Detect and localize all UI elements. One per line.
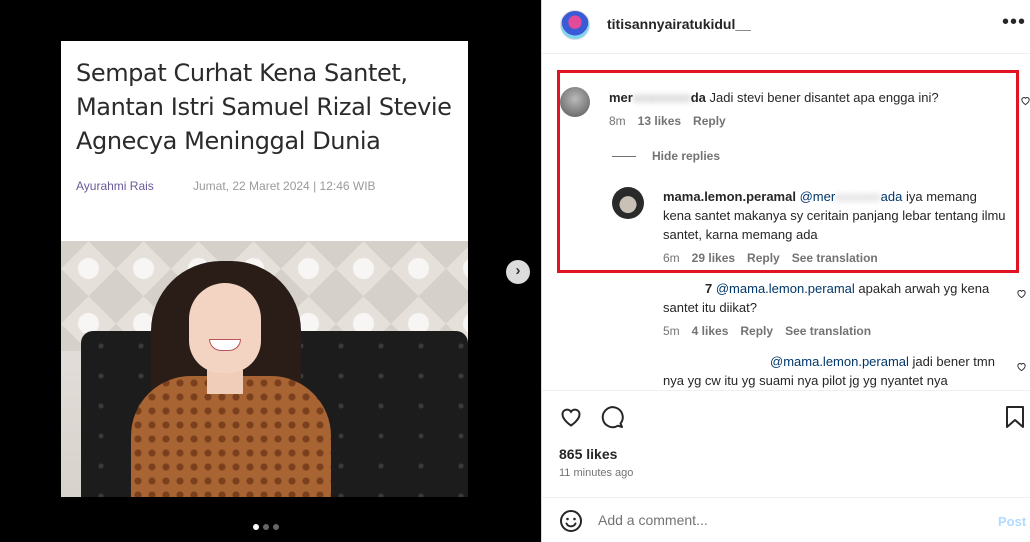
carousel-dot[interactable] — [253, 524, 259, 530]
like-icon[interactable] — [558, 405, 584, 434]
reply-text: mama.lemon.peramal @merxxxxxxxada iya me… — [663, 187, 1008, 244]
person-face — [189, 283, 261, 373]
post-media: Sempat Curhat Kena Santet, Mantan Istri … — [0, 0, 541, 542]
article-date: Jumat, 22 Maret 2024 | 12:46 WIB — [193, 179, 376, 193]
comment-body: Jadi stevi bener disantet apa engga ini? — [709, 90, 939, 105]
post-actions: 865 likes 11 minutes ago — [542, 390, 1030, 490]
comment-input[interactable] — [598, 508, 978, 532]
reply-username[interactable]: 7 — [663, 281, 712, 296]
avatar[interactable] — [560, 87, 590, 117]
comment-username-tail: da — [690, 90, 706, 105]
reply-meta: 5m 4 likes Reply See translation — [663, 324, 871, 338]
chevron-right-icon: › — [515, 262, 521, 279]
post-panel: titisannyairatukidul__ ••• merxxxxxxxxda… — [541, 0, 1030, 542]
article-author: Ayurahmi Rais — [76, 179, 154, 193]
more-options-icon[interactable]: ••• — [1002, 11, 1026, 34]
reply-username[interactable]: mama.lemon.peramal — [663, 189, 796, 204]
reply-time: 6m — [663, 251, 680, 265]
person-body — [131, 376, 331, 497]
see-translation-button[interactable]: See translation — [792, 251, 878, 265]
divider — [612, 155, 636, 157]
comment-likes[interactable]: 13 likes — [638, 114, 681, 128]
comment-icon[interactable] — [599, 405, 625, 434]
reply-button[interactable]: Reply — [747, 251, 780, 265]
heart-icon[interactable] — [1020, 95, 1030, 109]
post-header: titisannyairatukidul__ ••• — [542, 0, 1030, 54]
reply-mention-redacted: xxxxxxx — [835, 189, 881, 204]
comment-username[interactable]: mer — [609, 90, 633, 105]
emoji-icon[interactable] — [559, 509, 583, 538]
article-photo — [61, 241, 468, 497]
reply-mention[interactable]: @mama.lemon.peramal — [663, 354, 909, 369]
see-translation-button[interactable]: See translation — [785, 324, 871, 338]
reply-time: 5m — [663, 324, 680, 338]
reply-meta: 6m 29 likes Reply See translation — [663, 251, 878, 265]
heart-icon[interactable] — [1016, 361, 1027, 375]
reply-text: 7 @mama.lemon.peramal apakah arwah yg ke… — [663, 279, 1003, 317]
article-title: Sempat Curhat Kena Santet, Mantan Istri … — [76, 59, 452, 155]
hide-replies-button[interactable]: Hide replies — [612, 149, 720, 163]
reply-mention[interactable]: @mer — [800, 189, 836, 204]
reply-mention[interactable]: @mama.lemon.peramal — [716, 281, 855, 296]
carousel-dots — [253, 524, 279, 530]
hide-replies-label: Hide replies — [652, 149, 721, 163]
reply-text: @mama.lemon.peramal jadi bener tmn nya y… — [663, 352, 1008, 390]
comment-time: 8m — [609, 114, 626, 128]
carousel-next-button[interactable]: › — [506, 260, 530, 284]
comments-list[interactable]: merxxxxxxxxda Jadi stevi bener disantet … — [542, 55, 1030, 390]
post-time: 11 minutes ago — [559, 467, 634, 479]
avatar[interactable] — [560, 10, 590, 40]
reply-likes[interactable]: 29 likes — [692, 251, 735, 265]
reply-button[interactable]: Reply — [740, 324, 773, 338]
article-screenshot: Sempat Curhat Kena Santet, Mantan Istri … — [61, 41, 468, 497]
comment-text: merxxxxxxxxda Jadi stevi bener disantet … — [609, 88, 999, 107]
comment-username-redacted: xxxxxxxx — [632, 90, 691, 105]
likes-count[interactable]: 865 likes — [559, 446, 617, 462]
carousel-dot[interactable] — [273, 524, 279, 530]
comment-meta: 8m 13 likes Reply — [609, 114, 726, 128]
avatar[interactable] — [612, 187, 644, 219]
bookmark-icon[interactable] — [1005, 405, 1025, 434]
post-username[interactable]: titisannyairatukidul__ — [607, 16, 751, 32]
comment-composer: Post — [542, 497, 1030, 542]
reply-mention-tail: ada — [880, 189, 903, 204]
reply-likes[interactable]: 4 likes — [692, 324, 729, 338]
carousel-dot[interactable] — [263, 524, 269, 530]
post-button[interactable]: Post — [998, 514, 1026, 529]
heart-icon[interactable] — [1016, 288, 1027, 302]
reply-button[interactable]: Reply — [693, 114, 726, 128]
